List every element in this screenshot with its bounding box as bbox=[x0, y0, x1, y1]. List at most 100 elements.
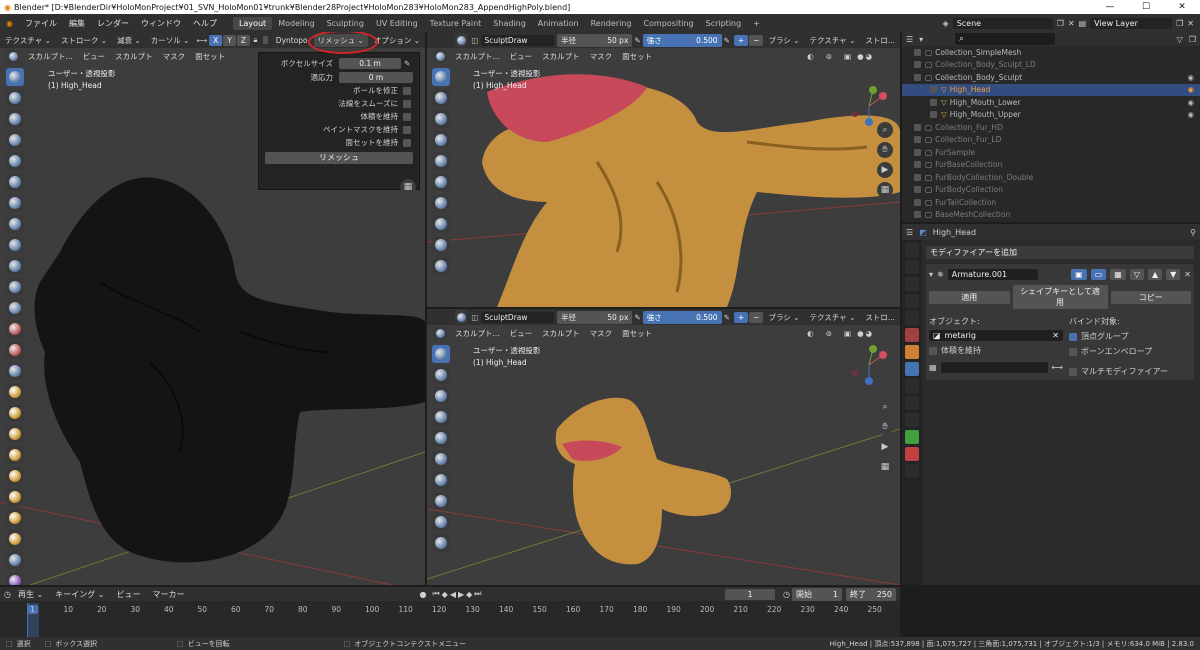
preserve-face-sets-row[interactable]: 面セットを維持 bbox=[265, 136, 413, 149]
top-tool-smooth[interactable] bbox=[432, 257, 450, 275]
top-subtract-toggle[interactable]: − bbox=[749, 34, 764, 46]
bottom-tool-clay[interactable] bbox=[432, 387, 450, 405]
bottom-brush-name[interactable]: SculptDraw bbox=[480, 311, 555, 323]
top-xray-icon[interactable]: ▣ bbox=[844, 52, 851, 61]
view-layer-tab-icon[interactable] bbox=[905, 294, 919, 308]
properties-editor-icon[interactable]: ☰ bbox=[906, 228, 913, 237]
top-stroke-menu[interactable]: ストロ... bbox=[861, 34, 899, 47]
tool-elastic-deform[interactable] bbox=[6, 404, 24, 422]
start-frame-field[interactable]: 開始 1 bbox=[792, 587, 842, 601]
tool-mask[interactable] bbox=[6, 572, 24, 585]
visibility-eye-icon[interactable]: ◉ bbox=[1187, 110, 1194, 119]
particles-tab-icon[interactable] bbox=[905, 379, 919, 393]
exclude-checkbox[interactable] bbox=[914, 136, 921, 144]
top-grid-icon[interactable]: ▦ bbox=[877, 182, 893, 198]
top-tool-clay[interactable] bbox=[432, 110, 450, 128]
left-cursor-menu[interactable]: カーソル ⌄ bbox=[147, 34, 194, 47]
tool-inflate[interactable] bbox=[6, 194, 24, 212]
tool-crease[interactable] bbox=[6, 236, 24, 254]
axis-x-toggle[interactable]: X bbox=[209, 34, 223, 46]
left-view-menu[interactable]: ビュー bbox=[79, 50, 110, 63]
tool-scrape[interactable] bbox=[6, 320, 24, 338]
add-workspace-button[interactable]: + bbox=[747, 17, 766, 30]
render-tab-icon[interactable] bbox=[905, 260, 919, 274]
collapse-arrow-icon[interactable]: ▾ bbox=[929, 270, 933, 279]
bottom-brush-icon[interactable] bbox=[455, 310, 468, 324]
top-mode-menu[interactable]: スカルプト... bbox=[451, 50, 504, 63]
top-tool-draw[interactable] bbox=[432, 68, 450, 86]
top-radius-field[interactable]: 半径 50 px bbox=[557, 33, 633, 47]
outliner-filter-icon[interactable]: ▽ bbox=[1177, 35, 1183, 44]
outliner-new-collection-icon[interactable]: ❐ bbox=[1189, 35, 1196, 44]
play-reverse-icon[interactable]: ◀ bbox=[450, 590, 456, 599]
tool-rotate[interactable] bbox=[6, 509, 24, 527]
bottom-radius-field[interactable]: 半径 50 px bbox=[557, 310, 633, 324]
outliner-row[interactable]: ▢ BaseMeshCollection bbox=[902, 209, 1200, 222]
exclude-checkbox[interactable] bbox=[914, 211, 921, 219]
exclude-checkbox[interactable] bbox=[914, 198, 921, 206]
current-frame-field[interactable]: 1 bbox=[725, 588, 776, 600]
top-gizmo[interactable] bbox=[849, 86, 889, 126]
playhead[interactable] bbox=[27, 603, 39, 637]
outliner-row[interactable]: ▢ Collection_Fur_LD bbox=[902, 134, 1200, 147]
tool-clay[interactable] bbox=[6, 110, 24, 128]
voxel-size-field[interactable]: 0.1 m bbox=[339, 58, 401, 69]
outliner-row[interactable]: ▽ High_Head ◉ bbox=[902, 83, 1200, 96]
tool-multiplane-scrape[interactable] bbox=[6, 341, 24, 359]
jump-end-icon[interactable]: ⏭ bbox=[474, 589, 481, 599]
top-add-toggle[interactable]: + bbox=[733, 34, 749, 46]
move-up-icon[interactable]: ▲ bbox=[1147, 268, 1163, 280]
outliner-row[interactable]: ▢ FurBodyCollection_Double bbox=[902, 171, 1200, 184]
bottom-strength-field[interactable]: 強さ 0.500 bbox=[642, 310, 722, 324]
top-right-viewport[interactable]: ◫ SculptDraw 半径 50 px ✎ 強さ 0.500 ✎ + − ブラシ… bbox=[427, 32, 900, 307]
pin-icon[interactable]: ⚲ bbox=[1190, 228, 1196, 237]
scene-selector[interactable]: Scene bbox=[952, 17, 1053, 29]
smooth-normals-row[interactable]: 法線をスムーズに bbox=[265, 97, 413, 110]
blender-menu-icon[interactable]: ◉ bbox=[0, 19, 19, 28]
dyntopo-label[interactable]: Dyntopo bbox=[272, 35, 312, 46]
top-view-menu[interactable]: ビュー bbox=[506, 50, 537, 63]
modifier-preserve-volume-checkbox[interactable] bbox=[929, 346, 937, 355]
timeline-ruler[interactable]: 1 10 20 30 40 50 60 70 80 90 100 110 120 130 140 150 160… bbox=[0, 603, 900, 617]
menu-file[interactable]: ファイル bbox=[19, 18, 63, 29]
tool-tab-icon[interactable] bbox=[905, 243, 919, 257]
top-tool-crease[interactable] bbox=[432, 236, 450, 254]
left-falloff-menu[interactable]: 減衰 ⌄ bbox=[113, 34, 145, 47]
prev-key-icon[interactable]: ◆ bbox=[442, 590, 448, 599]
bottom-zoom-icon[interactable]: ⌕ bbox=[877, 399, 893, 415]
left-texture-menu[interactable]: テクスチャ ⌄ bbox=[1, 34, 55, 47]
exclude-checkbox[interactable] bbox=[914, 148, 921, 156]
exclude-checkbox[interactable] bbox=[914, 61, 921, 69]
exclude-checkbox[interactable] bbox=[914, 161, 921, 169]
bottom-mode-menu[interactable]: スカルプト... bbox=[451, 327, 504, 340]
dyntopo-checkbox[interactable] bbox=[263, 36, 268, 44]
bottom-tool-blob[interactable] bbox=[432, 492, 450, 510]
multi-modifier-option[interactable]: マルチモディファイアー bbox=[1069, 366, 1168, 377]
outliner-search[interactable]: ⌕ bbox=[955, 33, 1056, 45]
remove-view-layer-icon[interactable]: ✕ bbox=[1187, 19, 1194, 28]
top-mask-menu[interactable]: マスク bbox=[586, 50, 617, 63]
left-mode-menu[interactable]: スカルプト... bbox=[24, 50, 77, 63]
new-view-layer-icon[interactable]: ❐ bbox=[1176, 19, 1183, 28]
render-toggle-icon[interactable]: ▭ bbox=[1090, 268, 1107, 280]
scene-icon[interactable]: ◈ bbox=[943, 19, 949, 28]
remove-scene-icon[interactable]: ✕ bbox=[1068, 19, 1075, 28]
top-overlay-icon[interactable]: ⊚ bbox=[826, 52, 832, 61]
top-radius-pen-icon[interactable]: ✎ bbox=[634, 36, 640, 45]
timeline-view-menu[interactable]: ビュー bbox=[112, 588, 144, 601]
top-strength-pen-icon[interactable]: ✎ bbox=[724, 36, 730, 45]
axis-y-toggle[interactable]: Y bbox=[223, 34, 236, 46]
bottom-camera-icon[interactable]: ▶ bbox=[877, 439, 893, 455]
tool-grab[interactable] bbox=[6, 383, 24, 401]
fix-poles-checkbox[interactable] bbox=[403, 86, 411, 95]
keying-menu[interactable]: キーイング ⌄ bbox=[51, 588, 108, 601]
preserve-face-sets-checkbox[interactable] bbox=[403, 138, 411, 147]
tool-simplify[interactable] bbox=[6, 551, 24, 569]
tool-clay-strips[interactable] bbox=[6, 131, 24, 149]
bottom-tool-clay-thumb[interactable] bbox=[432, 429, 450, 447]
tool-thumb[interactable] bbox=[6, 446, 24, 464]
exclude-checkbox[interactable] bbox=[914, 186, 921, 194]
tool-draw-sharp[interactable] bbox=[6, 89, 24, 107]
top-tool-clay-strips[interactable] bbox=[432, 131, 450, 149]
exclude-checkbox[interactable] bbox=[930, 111, 937, 119]
